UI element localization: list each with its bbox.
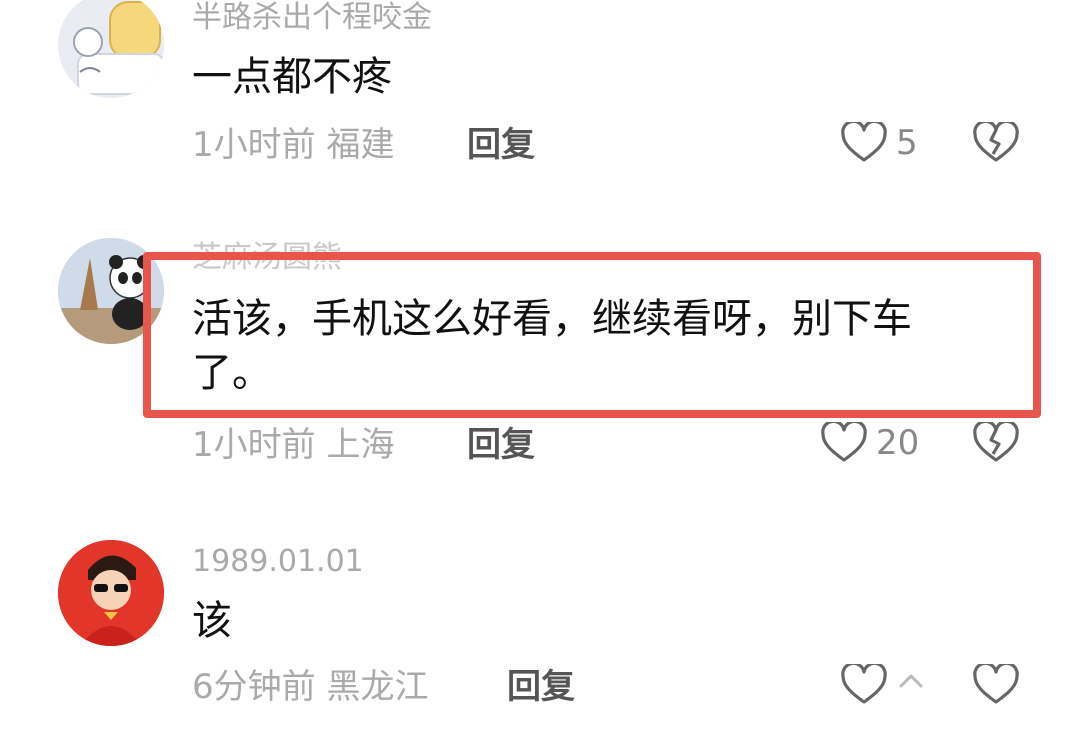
cartoon-boy-red-avatar-icon <box>58 540 164 646</box>
like-button[interactable] <box>840 664 896 706</box>
chevron-up-icon <box>899 674 923 688</box>
comment-text-line: 一点都不疼 <box>192 54 392 100</box>
heart-icon <box>841 122 887 162</box>
like-count: 5 <box>896 123 918 163</box>
highlight-box <box>143 252 1041 418</box>
avatar[interactable] <box>58 0 164 98</box>
dislike-button[interactable] <box>972 122 1020 164</box>
comment-meta: 1小时前 福建 <box>192 125 394 165</box>
dislike-button[interactable] <box>972 422 1020 464</box>
comment-location: 上海 <box>326 425 395 465</box>
reply-button[interactable]: 回复 <box>467 425 535 465</box>
collapse-button[interactable] <box>896 668 926 698</box>
comment-time: 6分钟前 <box>192 667 316 707</box>
heart-icon <box>841 664 887 704</box>
broken-heart-icon <box>973 422 1019 462</box>
username[interactable]: 1989.01.01 <box>192 542 364 582</box>
comment-time: 1小时前 <box>192 425 316 465</box>
reply-button[interactable]: 回复 <box>507 667 575 707</box>
like-button[interactable]: 5 <box>840 122 918 164</box>
like-count: 20 <box>876 423 920 463</box>
comment-location: 福建 <box>326 125 395 165</box>
like-button[interactable]: 20 <box>820 422 919 464</box>
comment-meta: 1小时前 上海 <box>192 425 394 465</box>
comment-text: 一点都不疼 <box>192 50 392 104</box>
heart-icon <box>821 422 867 462</box>
comment-meta: 6分钟前 黑龙江 <box>192 667 428 707</box>
bread-cartoon-avatar-icon <box>58 0 164 98</box>
reply-button[interactable]: 回复 <box>467 125 535 165</box>
comment-text-line: 该 <box>192 598 232 644</box>
comment-location: 黑龙江 <box>326 667 429 707</box>
comment-time: 1小时前 <box>192 125 316 165</box>
username[interactable]: 半路杀出个程咬金 <box>192 0 432 38</box>
avatar[interactable] <box>58 540 164 646</box>
heart-outline-icon <box>973 664 1019 704</box>
comment-text: 该 <box>192 594 232 648</box>
broken-heart-icon <box>973 122 1019 162</box>
dislike-button[interactable] <box>972 664 1020 706</box>
